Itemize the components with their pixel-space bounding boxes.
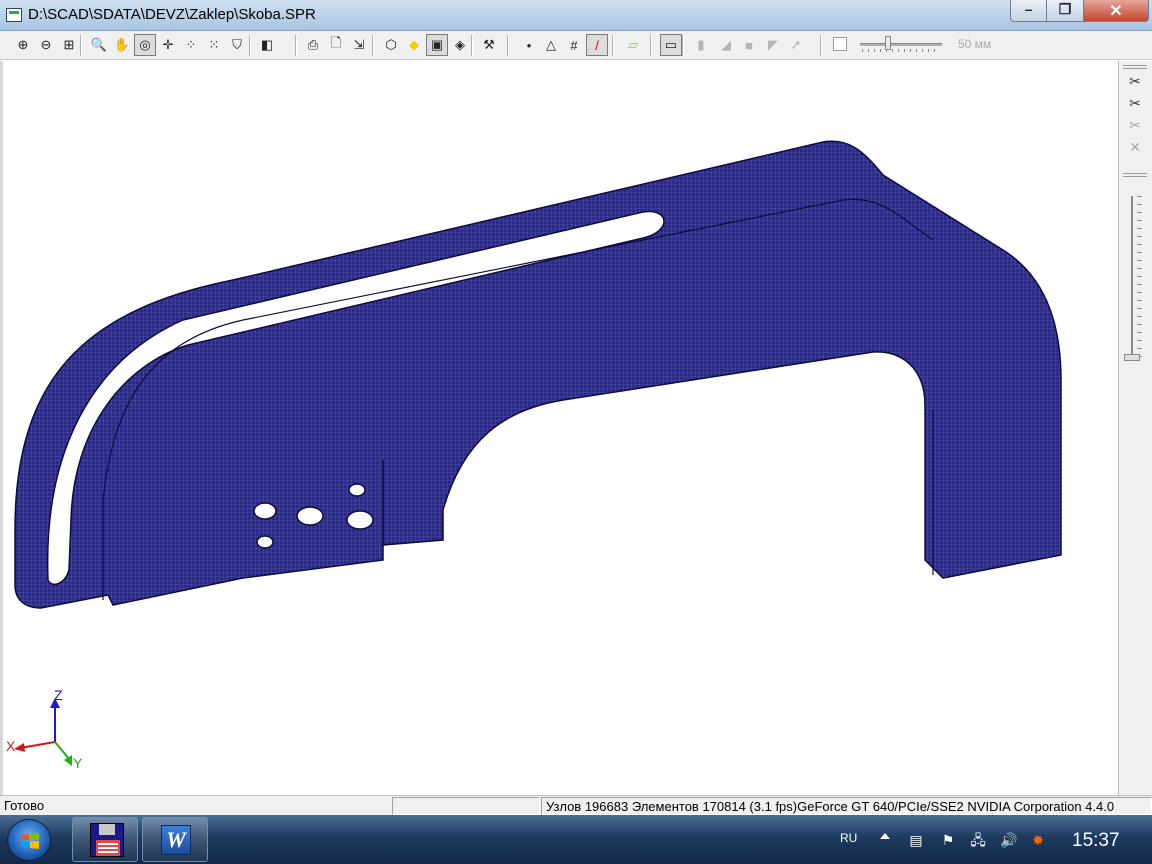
- model-viewport[interactable]: [0, 61, 1118, 795]
- rotate-icon[interactable]: ◎: [134, 34, 156, 56]
- start-button[interactable]: [7, 819, 51, 861]
- disabled-tool-4-icon[interactable]: ◤: [762, 34, 784, 56]
- language-indicator[interactable]: RU: [840, 831, 857, 845]
- show-hidden-icons-icon[interactable]: [880, 833, 890, 839]
- panel-grip[interactable]: [1123, 65, 1147, 69]
- toolbar-separator: [507, 35, 509, 56]
- scale-slider-label: 50 мм: [958, 37, 992, 51]
- bolt-hole: [296, 506, 324, 526]
- scatter-icon[interactable]: ⁘: [180, 34, 202, 56]
- toolbar-separator: [295, 35, 297, 56]
- shaded-cube-icon[interactable]: ◈: [449, 34, 471, 56]
- cut-section-icon[interactable]: ✂: [1124, 95, 1146, 115]
- tools-icon[interactable]: ⚒: [478, 34, 500, 56]
- bolt-hole: [253, 502, 277, 520]
- toolbar-separator: [682, 35, 684, 56]
- wire-cube-icon[interactable]: ⬡: [380, 34, 402, 56]
- taskbar-scad-app[interactable]: [72, 817, 138, 862]
- close-icon: ✕: [1109, 3, 1123, 20]
- action-center-flag-icon[interactable]: ⚑: [940, 832, 956, 848]
- nodes-icon[interactable]: ⁙: [203, 34, 225, 56]
- keyboard-tray-icon[interactable]: ▤: [908, 832, 924, 848]
- toolbar-separator: [80, 35, 82, 56]
- toolbar-separator: [471, 35, 473, 56]
- fe-mesh-model: [14, 140, 1062, 609]
- triangle-nodes-icon[interactable]: △: [540, 34, 562, 56]
- title-bar: D:\SCAD\SDATA\DEVZ\Zaklep\Skoba.SPR – ❐ …: [0, 0, 1152, 31]
- print-preview-icon[interactable]: 🗋: [325, 34, 347, 56]
- bolt-hole: [348, 483, 366, 497]
- volume-icon[interactable]: 🔊: [1000, 832, 1017, 848]
- antivirus-icon[interactable]: ✸: [1030, 832, 1046, 848]
- word-icon: W: [161, 825, 191, 855]
- minimize-button[interactable]: –: [1010, 0, 1047, 22]
- print-icon[interactable]: ⎙: [302, 34, 324, 56]
- bolt-hole: [346, 510, 374, 530]
- windows-logo-icon: [21, 833, 39, 849]
- export-icon[interactable]: ⇲: [348, 34, 370, 56]
- grid-icon[interactable]: #: [563, 34, 585, 56]
- vertical-slider-ticks: [1137, 196, 1142, 361]
- x-axis-label: X: [6, 738, 16, 754]
- cube-view-icon[interactable]: ◧: [256, 34, 278, 56]
- cut-cross-icon[interactable]: ✕: [1124, 139, 1146, 159]
- x-axis-line: [19, 741, 56, 749]
- app-icon[interactable]: [6, 8, 22, 22]
- maximize-icon: ❐: [1058, 1, 1072, 17]
- plate-icon[interactable]: ▭: [660, 34, 682, 56]
- line-color-icon[interactable]: /: [586, 34, 608, 56]
- y-axis-line: [54, 741, 71, 761]
- close-button[interactable]: ✕: [1083, 0, 1149, 22]
- status-ready: Готово: [4, 798, 45, 813]
- toolbar-separator: [820, 35, 822, 56]
- panel-grip[interactable]: [1123, 173, 1147, 177]
- x-axis-arrow: [14, 743, 25, 752]
- cut-disabled-icon[interactable]: ✂: [1124, 117, 1146, 137]
- zoom-out-icon[interactable]: ⊖: [35, 34, 57, 56]
- toolbar-separator: [612, 35, 614, 56]
- toolbar-separator: [372, 35, 374, 56]
- toolbar-separator: [650, 35, 652, 56]
- pan-hand-icon[interactable]: ✋: [111, 34, 133, 56]
- y-axis-label: Y: [73, 755, 83, 771]
- move-icon[interactable]: ✛: [157, 34, 179, 56]
- network-icon[interactable]: 🖧: [970, 832, 986, 848]
- window-title: D:\SCAD\SDATA\DEVZ\Zaklep\Skoba.SPR: [28, 6, 316, 23]
- disabled-tool-2-icon[interactable]: ◢: [715, 34, 737, 56]
- scale-slider-track[interactable]: [860, 43, 942, 46]
- status-bar: Готово Узлов 196683 Элементов 170814 (3.…: [0, 795, 1152, 815]
- maximize-button[interactable]: ❐: [1046, 0, 1084, 22]
- status-info: Узлов 196683 Элементов 170814 (3.1 fps)G…: [541, 797, 1152, 815]
- minimize-icon: –: [1024, 1, 1033, 17]
- vertical-slider-track[interactable]: [1131, 196, 1133, 361]
- scale-slider-ticks: [862, 49, 940, 52]
- taskbar: W RU ▤ ⚑ 🖧 🔊 ✸ 15:37: [0, 815, 1152, 864]
- axis-indicator: Z X Y: [6, 687, 83, 771]
- zoom-in-icon[interactable]: ⊕: [12, 34, 34, 56]
- fill-color-icon[interactable]: ▱: [622, 34, 644, 56]
- right-tool-panel: ✂ ✂ ✂ ✕: [1118, 61, 1152, 795]
- disabled-tool-3-icon[interactable]: ■: [738, 34, 760, 56]
- shield-icon[interactable]: ⛉: [226, 34, 248, 56]
- z-axis-label: Z: [54, 687, 63, 703]
- floppy-disk-icon: [90, 823, 124, 857]
- vertical-slider-thumb[interactable]: [1124, 354, 1140, 361]
- solid-cube-icon[interactable]: ▣: [426, 34, 448, 56]
- zoom-window-icon[interactable]: 🔍: [88, 34, 110, 56]
- toolbar-separator: [249, 35, 251, 56]
- disabled-tool-5-icon[interactable]: ➚: [785, 34, 807, 56]
- scale-checkbox[interactable]: [833, 37, 847, 51]
- taskbar-word-app[interactable]: W: [142, 817, 208, 862]
- bolt-hole: [256, 535, 274, 549]
- scale-slider-thumb[interactable]: [884, 36, 891, 50]
- clock[interactable]: 15:37: [1072, 830, 1120, 852]
- cut-icon[interactable]: ✂: [1124, 73, 1146, 93]
- upper-arm: [14, 140, 1062, 609]
- disabled-tool-1-icon[interactable]: ▮: [690, 34, 712, 56]
- point-icon[interactable]: •: [518, 34, 540, 56]
- zoom-fit-icon[interactable]: ⊞: [58, 34, 80, 56]
- status-empty-cell: [392, 797, 540, 815]
- yellow-cube-icon[interactable]: ◆: [403, 34, 425, 56]
